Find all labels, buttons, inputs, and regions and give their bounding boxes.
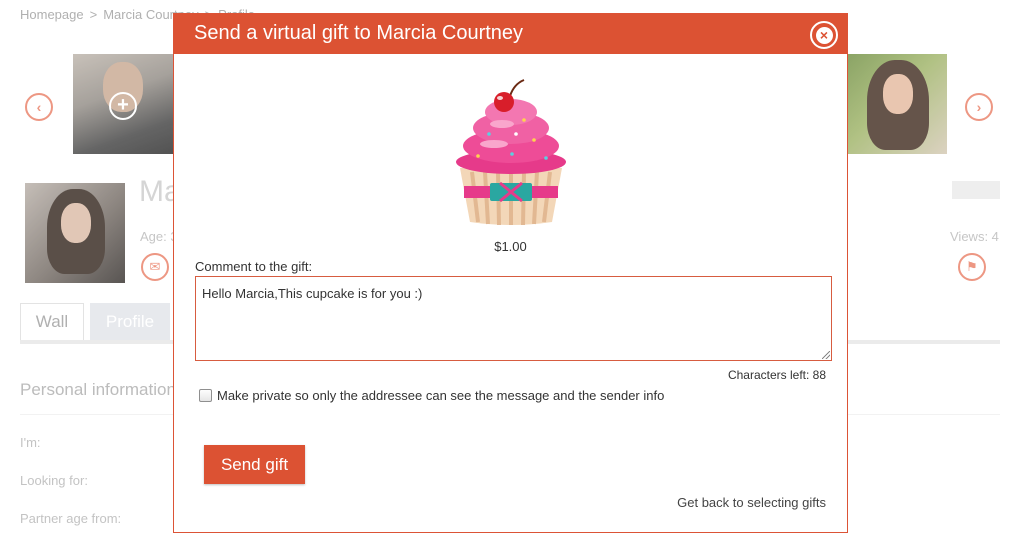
comment-label: Comment to the gift:: [195, 259, 313, 274]
resize-handle[interactable]: [822, 351, 830, 359]
characters-left: Characters left: 88: [727, 368, 826, 382]
comment-textarea[interactable]: Hello Marcia,This cupcake is for you :): [195, 276, 832, 361]
private-option: Make private so only the addressee can s…: [199, 388, 664, 403]
dialog-title: Send a virtual gift to Marcia Courtney: [194, 22, 524, 44]
close-icon[interactable]: ×: [815, 26, 833, 44]
private-checkbox-label[interactable]: Make private so only the addressee can s…: [217, 388, 664, 403]
cupcake-icon[interactable]: [454, 76, 568, 228]
close-button[interactable]: ×: [810, 21, 838, 49]
comment-text: Hello Marcia,This cupcake is for you :): [202, 286, 423, 301]
private-checkbox[interactable]: [199, 389, 212, 402]
back-to-gifts-link[interactable]: Get back to selecting gifts: [644, 495, 826, 510]
gift-price: $1.00: [494, 239, 527, 254]
send-gift-dialog: Send a virtual gift to Marcia Courtney ×: [173, 13, 848, 533]
dialog-header: Send a virtual gift to Marcia Courtney ×: [174, 14, 847, 54]
send-gift-button[interactable]: Send gift: [204, 445, 305, 484]
